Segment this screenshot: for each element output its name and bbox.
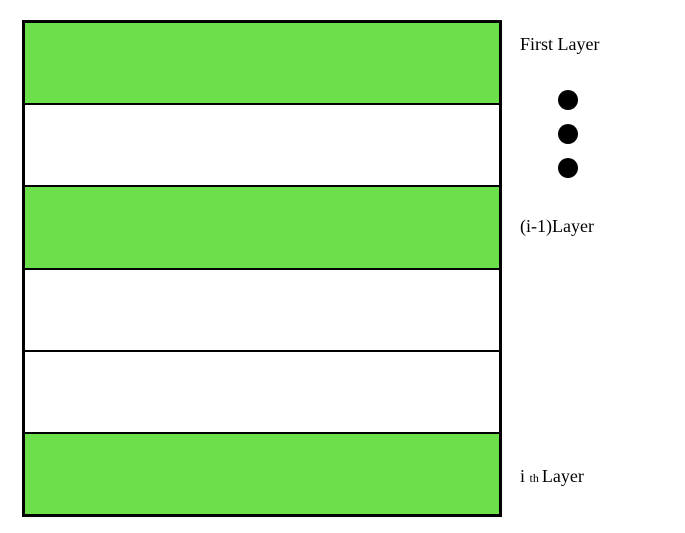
layer-row [25, 105, 499, 187]
label-ith-layer-word: Layer [542, 466, 584, 486]
label-i-minus-1-layer: (i-1)Layer [520, 216, 594, 237]
vertical-ellipsis [558, 90, 578, 178]
layer-row [25, 270, 499, 352]
dot-icon [558, 124, 578, 144]
label-ith-subscript: th [530, 471, 542, 485]
layer-row-i-minus-1 [25, 187, 499, 269]
label-ith-i: i [520, 466, 530, 486]
dot-icon [558, 158, 578, 178]
label-ith-layer: i th Layer [520, 466, 584, 487]
dot-icon [558, 90, 578, 110]
layer-stack-diagram [22, 20, 502, 517]
layer-row [25, 352, 499, 434]
label-first-layer: First Layer [520, 34, 599, 55]
layer-row-ith [25, 434, 499, 514]
layer-row-first [25, 23, 499, 105]
